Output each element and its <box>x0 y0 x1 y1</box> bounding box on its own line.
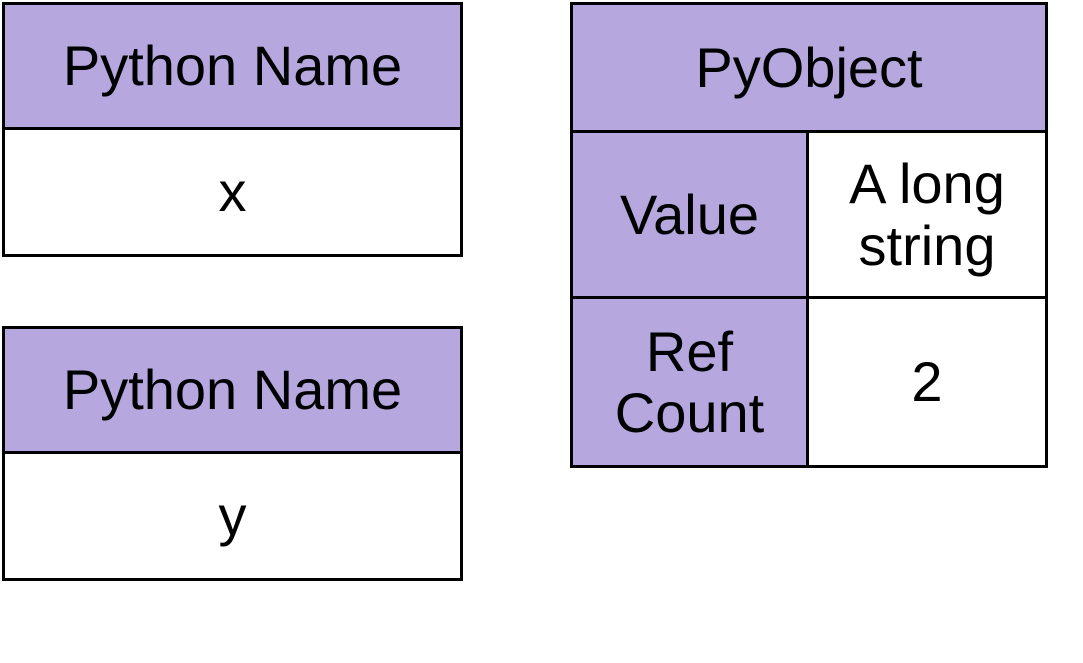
python-name-box-x: Python Name x <box>2 2 463 257</box>
pyobject-value-label: Value <box>573 133 809 296</box>
python-name-y-value: y <box>5 454 460 579</box>
pyobject-refcount-label: Ref Count <box>573 299 809 465</box>
pyobject-refcount-value: 2 <box>809 299 1045 465</box>
pyobject-box: PyObject Value A long string Ref Count 2 <box>570 2 1048 468</box>
python-name-box-y: Python Name y <box>2 326 463 581</box>
python-name-y-header: Python Name <box>5 329 460 454</box>
python-name-x-header: Python Name <box>5 5 460 130</box>
pyobject-value-row: Value A long string <box>573 133 1045 299</box>
python-name-x-value: x <box>5 130 460 255</box>
pyobject-value-content: A long string <box>809 133 1045 296</box>
pyobject-refcount-row: Ref Count 2 <box>573 299 1045 465</box>
pyobject-header: PyObject <box>573 5 1045 133</box>
